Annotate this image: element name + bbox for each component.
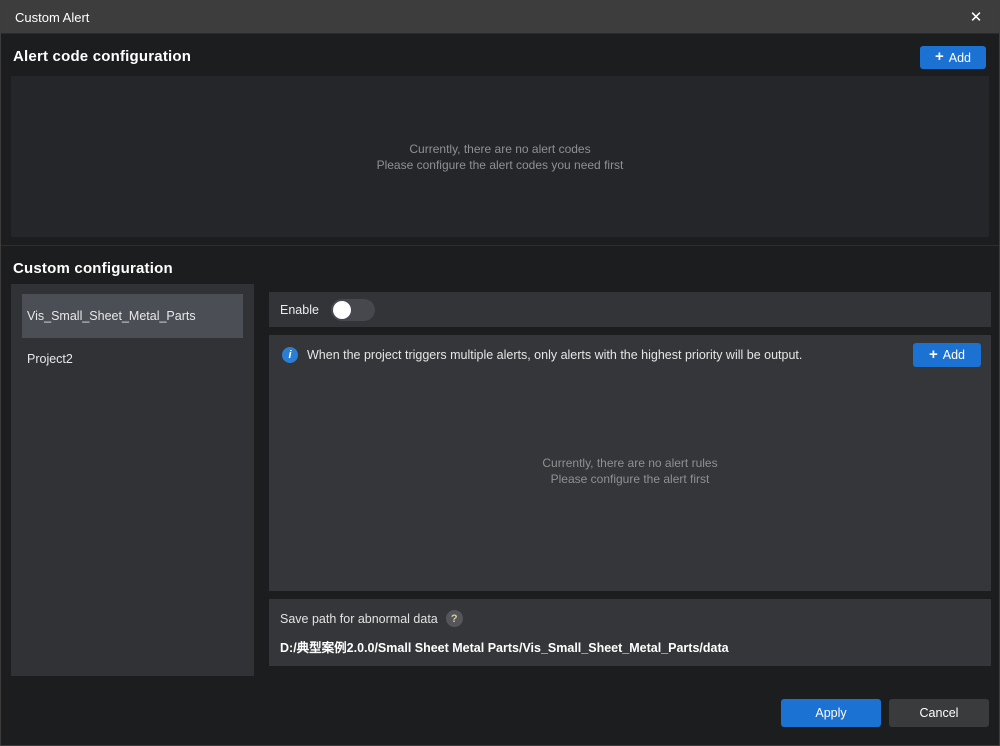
custom-section-title: Custom configuration bbox=[13, 260, 173, 277]
save-path-label: Save path for abnormal data bbox=[280, 612, 438, 626]
sidebar-item-project2[interactable]: Project2 bbox=[22, 344, 243, 374]
enable-label: Enable bbox=[280, 303, 319, 317]
apply-button[interactable]: Apply bbox=[781, 699, 881, 727]
save-path-value: D:/典型案例2.0.0/Small Sheet Metal Parts/Vis… bbox=[280, 637, 991, 656]
sidebar-item-vis-small-sheet-metal-parts[interactable]: Vis_Small_Sheet_Metal_Parts bbox=[22, 294, 243, 338]
info-message: When the project triggers multiple alert… bbox=[307, 348, 903, 362]
help-icon[interactable]: ? bbox=[446, 610, 463, 627]
section-divider bbox=[1, 245, 999, 246]
toggle-knob bbox=[333, 301, 351, 319]
info-row: i When the project triggers multiple ale… bbox=[269, 335, 991, 367]
info-icon: i bbox=[282, 347, 298, 363]
alert-codes-empty-panel: Currently, there are no alert codes Plea… bbox=[11, 76, 989, 237]
add-alert-code-button[interactable]: + Add bbox=[920, 46, 986, 69]
alert-codes-empty-line2: Please configure the alert codes you nee… bbox=[377, 157, 624, 173]
alert-rules-panel: i When the project triggers multiple ale… bbox=[269, 335, 991, 591]
alert-rules-empty-state: Currently, there are no alert rules Plea… bbox=[269, 455, 991, 487]
project-item-label: Vis_Small_Sheet_Metal_Parts bbox=[27, 309, 196, 323]
plus-icon: + bbox=[929, 346, 938, 363]
project-list: Vis_Small_Sheet_Metal_Parts Project2 bbox=[11, 284, 254, 676]
custom-alert-dialog: Custom Alert ✕ Alert code configuration … bbox=[0, 0, 1000, 746]
alert-code-section-title: Alert code configuration bbox=[13, 48, 191, 65]
add-alert-rule-label: Add bbox=[943, 348, 965, 362]
cancel-button[interactable]: Cancel bbox=[889, 699, 989, 727]
enable-toggle[interactable] bbox=[331, 299, 375, 321]
alert-codes-empty-line1: Currently, there are no alert codes bbox=[409, 141, 590, 157]
enable-row: Enable bbox=[269, 292, 991, 327]
add-alert-code-label: Add bbox=[949, 51, 971, 65]
alert-rules-empty-line2: Please configure the alert first bbox=[551, 471, 710, 487]
plus-icon: + bbox=[935, 48, 944, 65]
save-path-panel: Save path for abnormal data ? D:/典型案例2.0… bbox=[269, 599, 991, 666]
cancel-label: Cancel bbox=[920, 706, 959, 720]
title-bar: Custom Alert ✕ bbox=[1, 1, 999, 34]
add-alert-rule-button[interactable]: + Add bbox=[913, 343, 981, 367]
apply-label: Apply bbox=[815, 706, 846, 720]
window-title: Custom Alert bbox=[15, 10, 89, 25]
project-item-label: Project2 bbox=[27, 352, 73, 366]
alert-rules-empty-line1: Currently, there are no alert rules bbox=[542, 455, 717, 471]
close-icon[interactable]: ✕ bbox=[959, 1, 993, 33]
